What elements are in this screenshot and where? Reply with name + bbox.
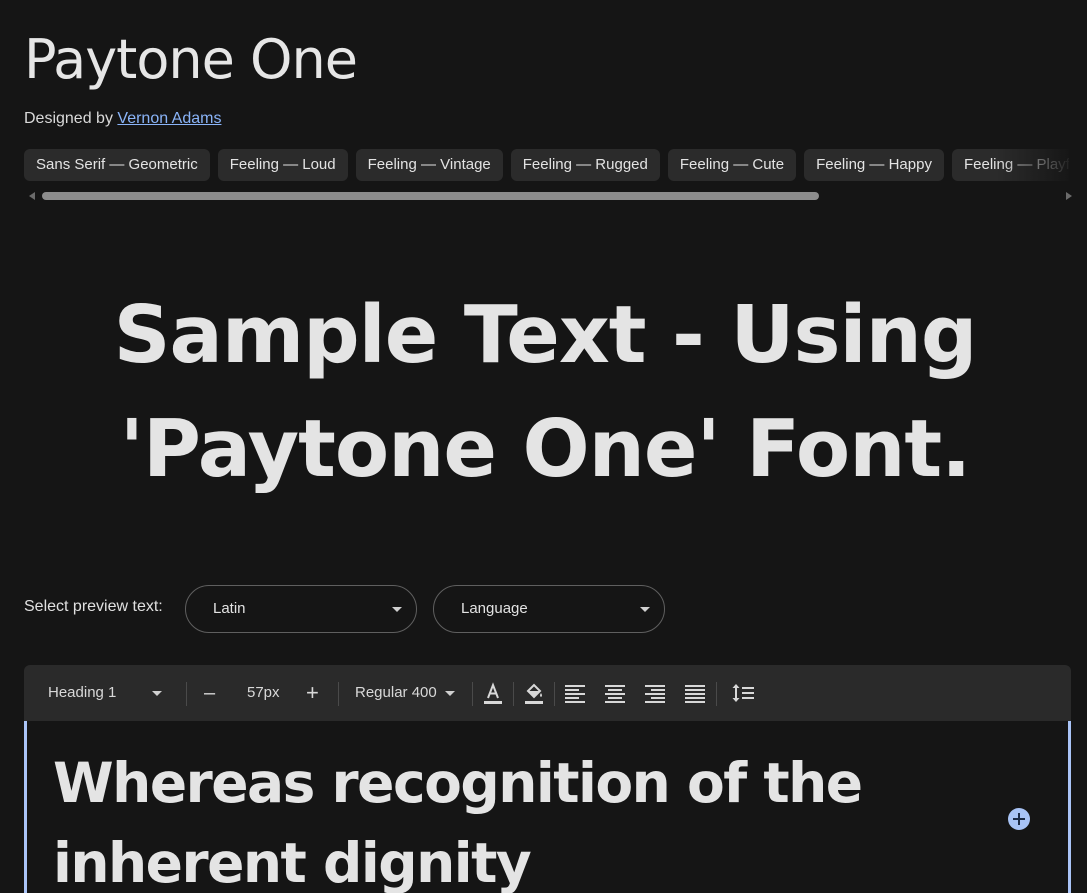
add-icon[interactable]: [1008, 808, 1030, 830]
tag-chip[interactable]: Sans Serif — Geometric: [24, 149, 210, 181]
chevron-down-icon: [392, 607, 402, 612]
highlight-color-icon[interactable]: [520, 679, 548, 707]
align-justify-icon[interactable]: [681, 679, 709, 707]
scroll-right-arrow-icon[interactable]: [1066, 192, 1072, 200]
scrollbar-thumb[interactable]: [42, 192, 819, 200]
font-weight-select[interactable]: Regular 400: [355, 665, 457, 721]
chevron-down-icon: [640, 607, 650, 612]
align-left-icon[interactable]: [561, 679, 589, 707]
language-select[interactable]: Language: [433, 585, 665, 633]
chevron-down-icon: [445, 691, 455, 696]
toolbar-divider: [186, 682, 187, 706]
tag-list-scrollbar[interactable]: [24, 190, 1072, 202]
font-size-value[interactable]: 57px: [247, 665, 280, 721]
toolbar-divider: [716, 682, 717, 706]
text-style-select[interactable]: Heading 1: [48, 665, 168, 721]
toolbar-divider: [513, 682, 514, 706]
decrease-size-button[interactable]: –: [204, 665, 215, 721]
editor-toolbar: Heading 1 – 57px + Regular 400: [24, 665, 1071, 721]
increase-size-button[interactable]: +: [306, 665, 319, 721]
designer-line: Designed by Vernon Adams: [24, 110, 221, 128]
tag-list: Sans Serif — Geometric Feeling — Loud Feel…: [24, 149, 1069, 181]
script-select-value: Latin: [213, 600, 246, 617]
text-color-icon[interactable]: [479, 679, 507, 707]
tag-chip[interactable]: Feeling — Rugged: [510, 149, 660, 181]
tag-chip[interactable]: Feeling — Playful: [951, 149, 1069, 181]
chevron-down-icon: [152, 691, 162, 696]
font-weight-value: Regular 400: [355, 684, 437, 701]
script-select[interactable]: Latin: [185, 585, 417, 633]
hero-line-2: 'Paytone One' Font.: [119, 403, 971, 495]
tag-chip[interactable]: Feeling — Cute: [667, 149, 797, 181]
hero-sample-text: Sample Text - Using 'Paytone One' Font.: [40, 278, 1050, 506]
tag-chip[interactable]: Feeling — Happy: [804, 149, 944, 181]
page-title: Paytone One: [24, 28, 358, 91]
font-specimen-page: Paytone One Designed by Vernon Adams San…: [0, 0, 1087, 893]
toolbar-divider: [472, 682, 473, 706]
editable-preview[interactable]: Whereas recognition of the inherent dign…: [24, 721, 1071, 893]
editor-preview-text[interactable]: Whereas recognition of the inherent dign…: [53, 743, 953, 893]
align-center-icon[interactable]: [601, 679, 629, 707]
language-select-value: Language: [461, 600, 528, 617]
designer-link[interactable]: Vernon Adams: [117, 110, 221, 127]
text-style-value: Heading 1: [48, 684, 117, 701]
hero-line-1: Sample Text - Using: [113, 289, 978, 381]
designed-by-label: Designed by: [24, 110, 113, 127]
toolbar-divider: [554, 682, 555, 706]
toolbar-divider: [338, 682, 339, 706]
preview-text-label: Select preview text:: [24, 598, 163, 615]
scroll-left-arrow-icon[interactable]: [29, 192, 35, 200]
align-right-icon[interactable]: [641, 679, 669, 707]
tag-chip[interactable]: Feeling — Vintage: [355, 149, 503, 181]
tag-chip[interactable]: Feeling — Loud: [217, 149, 348, 181]
line-height-icon[interactable]: [729, 679, 757, 707]
